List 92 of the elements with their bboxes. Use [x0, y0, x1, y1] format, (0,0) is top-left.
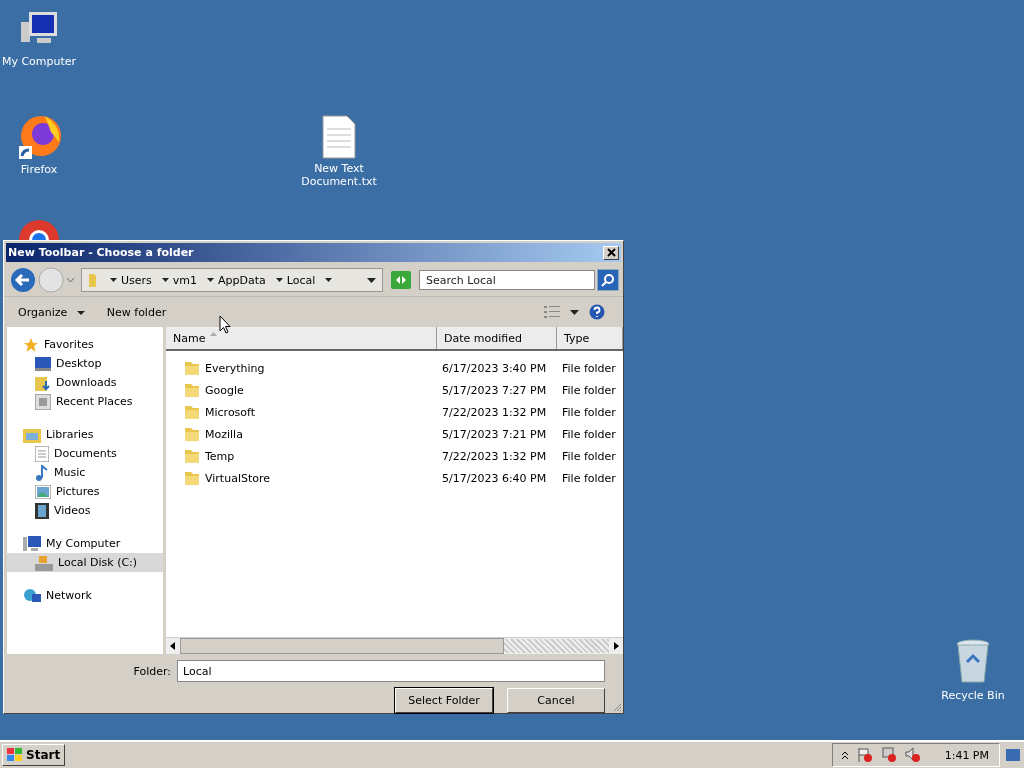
- nav-item[interactable]: Favorites: [7, 335, 163, 354]
- file-name[interactable]: Everything: [205, 361, 265, 375]
- table-cell-text: File folder: [561, 361, 617, 375]
- text-file-icon[interactable]: [321, 115, 357, 159]
- table-cell-text: File folder: [561, 427, 617, 441]
- chevron-up-icon[interactable]: [840, 750, 849, 760]
- flag-icon[interactable]: [856, 747, 873, 763]
- folder-download-icon: [35, 374, 51, 391]
- caret-icon[interactable]: [207, 278, 215, 282]
- nav-item[interactable]: Downloads: [7, 373, 163, 392]
- search-icon: [601, 273, 615, 287]
- picture-icon: [35, 484, 51, 499]
- breadcrumb[interactable]: Users: [121, 273, 152, 287]
- nav-item[interactable]: Local Disk (C:): [7, 553, 163, 572]
- four-tiles-icon: [7, 748, 23, 762]
- libraries-icon: [23, 426, 41, 443]
- folder-icon: [184, 470, 200, 486]
- breadcrumb[interactable]: AppData: [218, 273, 266, 287]
- mouse-cursor-icon: [219, 315, 231, 335]
- icon-label[interactable]: New Text Document.txt: [300, 162, 378, 188]
- organize-menu[interactable]: Organize: [12, 303, 91, 321]
- folder-icon: [184, 382, 200, 398]
- sort-arrow-icon: [210, 332, 218, 336]
- table-cell-text: File folder: [561, 383, 617, 397]
- caret-icon[interactable]: [367, 277, 376, 283]
- caret-icon[interactable]: [325, 278, 333, 282]
- breadcrumb[interactable]: vm1: [172, 273, 198, 287]
- nav-item[interactable]: Music: [7, 463, 163, 482]
- nav-item[interactable]: Recent Places: [7, 392, 163, 411]
- caret-icon[interactable]: [161, 278, 169, 282]
- table-cell-text: File folder: [561, 405, 617, 419]
- table-cell-text: 5/17/2023 7:21 PM: [441, 427, 548, 441]
- music-note-icon: [35, 464, 49, 481]
- caret-icon[interactable]: [110, 278, 117, 282]
- caret-icon[interactable]: [275, 278, 283, 282]
- table-cell-text: File folder: [561, 471, 617, 485]
- file-name[interactable]: Microsoft: [205, 405, 256, 419]
- horizontal-scrollbar[interactable]: [166, 637, 623, 654]
- window-title: New Toolbar - Choose a folder: [8, 246, 195, 259]
- file-name[interactable]: Mozilla: [205, 427, 243, 441]
- nav-item[interactable]: Libraries: [7, 425, 163, 444]
- refresh-icon[interactable]: [391, 271, 411, 289]
- table-cell-text: File folder: [561, 449, 617, 463]
- caret-icon[interactable]: [570, 309, 579, 315]
- new-folder-button[interactable]: New folder: [100, 303, 173, 321]
- computer-icon: [23, 535, 41, 552]
- column-header[interactable]: Type: [557, 327, 623, 349]
- search-button[interactable]: [597, 269, 619, 291]
- icon-label[interactable]: My Computer: [1, 55, 77, 68]
- breadcrumb[interactable]: Local: [286, 273, 316, 287]
- nav-item[interactable]: My Computer: [7, 534, 163, 553]
- cancel-button[interactable]: Cancel: [507, 688, 605, 713]
- file-name[interactable]: Google: [205, 383, 244, 397]
- icon-label[interactable]: Firefox: [20, 163, 58, 176]
- folder-icon: [184, 404, 200, 420]
- back-icon[interactable]: [10, 267, 36, 293]
- table-cell-text: 6/17/2023 3:40 PM: [441, 361, 548, 375]
- file-name[interactable]: Temp: [205, 449, 235, 463]
- nav-item[interactable]: Pictures: [7, 482, 163, 501]
- speaker-icon[interactable]: [904, 747, 921, 763]
- close-icon: [606, 248, 616, 257]
- document-icon: [35, 445, 49, 462]
- nav-item[interactable]: Videos: [7, 501, 163, 520]
- folder-icon: [184, 360, 200, 376]
- dropdown-icon[interactable]: [66, 277, 75, 283]
- nav-item[interactable]: Documents: [7, 444, 163, 463]
- column-header[interactable]: Date modified: [437, 327, 557, 349]
- folder-label: Folder:: [133, 664, 171, 678]
- disk-icon: [35, 554, 53, 571]
- table-cell-text: 5/17/2023 7:27 PM: [441, 383, 548, 397]
- caret-icon: [76, 310, 85, 315]
- select-folder-button[interactable]: Select Folder: [395, 688, 493, 713]
- resize-grip-icon[interactable]: [612, 702, 622, 712]
- folder-icon: [184, 426, 200, 442]
- folder-field[interactable]: Local: [177, 660, 605, 682]
- table-cell-text: 7/22/2023 1:32 PM: [441, 405, 548, 419]
- address-bar[interactable]: Users vm1 AppData Local: [81, 268, 383, 292]
- file-name[interactable]: VirtualStore: [205, 471, 271, 485]
- table-cell-text: 7/22/2023 1:32 PM: [441, 449, 548, 463]
- table-cell-text: 5/17/2023 6:40 PM: [441, 471, 548, 485]
- star-icon: [23, 336, 39, 353]
- folder-icon: [184, 448, 200, 464]
- clock[interactable]: 1:41 PM: [944, 748, 989, 762]
- help-icon[interactable]: [589, 304, 605, 320]
- nav-item[interactable]: Network: [7, 586, 163, 605]
- icon-label[interactable]: Recycle Bin: [941, 689, 1005, 702]
- close-button[interactable]: [603, 245, 619, 260]
- search-field[interactable]: Search Local: [419, 270, 595, 290]
- start-button[interactable]: Start: [2, 744, 66, 766]
- nav-item[interactable]: Desktop: [7, 354, 163, 373]
- desktop-icon: [35, 356, 51, 371]
- film-icon: [35, 502, 49, 519]
